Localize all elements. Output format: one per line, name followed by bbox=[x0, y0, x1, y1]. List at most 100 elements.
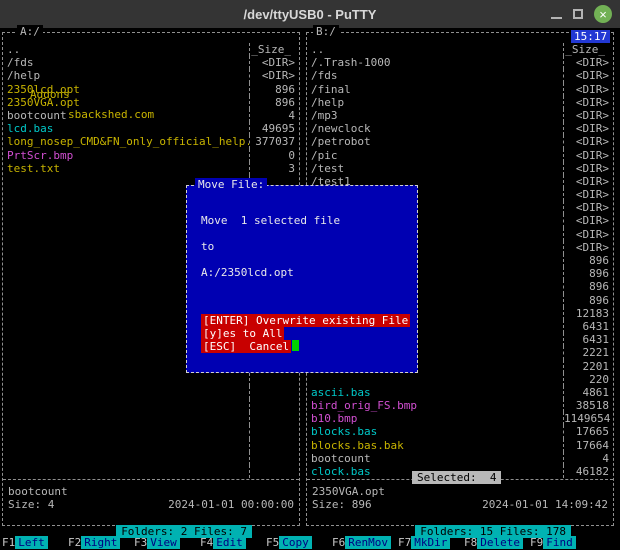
terminal-screen[interactable]: 15:17 A:/ _Size_ ../fds<DIR>/help<DIR>23… bbox=[0, 28, 620, 550]
fkey-f9-find[interactable]: F9Find bbox=[530, 536, 596, 549]
file-size: 2221 bbox=[563, 346, 613, 359]
file-name: /fds bbox=[307, 69, 563, 82]
fkey-label: Right bbox=[81, 536, 120, 549]
left-panel-separator bbox=[3, 479, 299, 480]
file-name: /mp3 bbox=[307, 109, 563, 122]
fkey-f1-left[interactable]: F1Left bbox=[2, 536, 68, 549]
file-name: /newclock bbox=[307, 122, 563, 135]
file-row[interactable] bbox=[3, 399, 299, 412]
file-size: 896 bbox=[249, 96, 299, 109]
file-row[interactable] bbox=[3, 439, 299, 452]
file-size bbox=[249, 425, 299, 438]
file-row[interactable]: /newclock<DIR> bbox=[307, 122, 613, 135]
file-row[interactable]: bird_orig_FS.bmp38518 bbox=[307, 399, 613, 412]
file-name: long_nosep_CMD&FN_only_official_help.t bbox=[3, 135, 249, 148]
file-row[interactable]: b10.bmp1149654 bbox=[307, 412, 613, 425]
file-row[interactable]: lcd.bas49695 bbox=[3, 122, 299, 135]
screen-garbage-text: Addons bbox=[30, 88, 70, 101]
file-name: /fds bbox=[3, 56, 249, 69]
dialog-text-line: to bbox=[201, 240, 340, 253]
fkey-number: F6 bbox=[332, 536, 345, 549]
fkey-number: F7 bbox=[398, 536, 411, 549]
file-size: 49695 bbox=[249, 122, 299, 135]
file-row[interactable]: /help<DIR> bbox=[307, 96, 613, 109]
file-row[interactable]: long_nosep_CMD&FN_only_official_help.t37… bbox=[3, 135, 299, 148]
file-size: 896 bbox=[563, 294, 613, 307]
file-row[interactable] bbox=[3, 373, 299, 386]
file-row[interactable]: /mp3<DIR> bbox=[307, 109, 613, 122]
file-row[interactable]: test.txt3 bbox=[3, 162, 299, 175]
fkey-f6-renmov[interactable]: F6RenMov bbox=[332, 536, 398, 549]
file-row[interactable]: /help<DIR> bbox=[3, 69, 299, 82]
warning-text: [ESC] Cancel bbox=[201, 340, 291, 353]
fkey-number: F5 bbox=[266, 536, 279, 549]
fkey-f3-view[interactable]: F3View bbox=[134, 536, 200, 549]
fkey-number: F2 bbox=[68, 536, 81, 549]
file-name bbox=[3, 373, 249, 386]
file-name: /help bbox=[307, 96, 563, 109]
file-row[interactable]: PrtScr.bmp0 bbox=[3, 149, 299, 162]
maximize-icon[interactable] bbox=[573, 9, 583, 19]
close-icon[interactable]: × bbox=[594, 5, 612, 23]
file-row[interactable]: .. bbox=[3, 43, 299, 56]
right-footer-filename: 2350VGA.opt bbox=[307, 485, 613, 498]
fkey-f4-edit[interactable]: F4Edit bbox=[200, 536, 266, 549]
fkey-label: Delete bbox=[477, 536, 523, 549]
file-name: blocks.bas bbox=[307, 425, 563, 438]
file-size: 377037 bbox=[249, 135, 299, 148]
file-name bbox=[3, 465, 249, 478]
clock-display: 15:17 bbox=[571, 30, 610, 43]
file-row[interactable]: /final<DIR> bbox=[307, 83, 613, 96]
file-row[interactable]: blocks.bas17665 bbox=[307, 425, 613, 438]
file-size: <DIR> bbox=[563, 122, 613, 135]
fkey-f5-copy[interactable]: F5Copy bbox=[266, 536, 332, 549]
move-file-dialog[interactable]: Move File: Move 1 selected filetoA:/2350… bbox=[186, 185, 418, 373]
file-name: blocks.bas.bak bbox=[307, 439, 563, 452]
file-row[interactable]: bootcount4 bbox=[307, 452, 613, 465]
file-row[interactable]: 220 bbox=[307, 373, 613, 386]
file-name: /pic bbox=[307, 149, 563, 162]
file-row[interactable]: ascii.bas4861 bbox=[307, 386, 613, 399]
file-row[interactable]: /test<DIR> bbox=[307, 162, 613, 175]
file-row[interactable] bbox=[3, 465, 299, 478]
file-name: bootcount bbox=[307, 452, 563, 465]
file-row[interactable]: /.Trash-1000<DIR> bbox=[307, 56, 613, 69]
file-name: bird_orig_FS.bmp bbox=[307, 399, 563, 412]
fkey-f8-delete[interactable]: F8Delete bbox=[464, 536, 530, 549]
fkey-label: Left bbox=[15, 536, 48, 549]
right-panel-footer: 2350VGA.opt Size: 896 2024-01-01 14:09:4… bbox=[307, 485, 613, 525]
fkey-number: F9 bbox=[530, 536, 543, 549]
file-row[interactable]: .. bbox=[307, 43, 613, 56]
file-row[interactable]: /fds<DIR> bbox=[307, 69, 613, 82]
file-name: ascii.bas bbox=[307, 386, 563, 399]
file-row[interactable]: /petrobot<DIR> bbox=[307, 135, 613, 148]
file-name: test.txt bbox=[3, 162, 249, 175]
fkey-f7-mkdir[interactable]: F7MkDir bbox=[398, 536, 464, 549]
dialog-text-line: Move 1 selected file bbox=[201, 214, 340, 227]
file-size: <DIR> bbox=[563, 201, 613, 214]
fkey-label: Find bbox=[543, 536, 576, 549]
file-size: <DIR> bbox=[563, 96, 613, 109]
file-name: /final bbox=[307, 83, 563, 96]
file-row[interactable]: blocks.bas.bak17664 bbox=[307, 439, 613, 452]
file-row[interactable] bbox=[3, 386, 299, 399]
file-row[interactable]: /fds<DIR> bbox=[3, 56, 299, 69]
file-name bbox=[307, 373, 563, 386]
minimize-icon[interactable] bbox=[551, 17, 562, 19]
file-row[interactable] bbox=[3, 452, 299, 465]
left-footer-date: 2024-01-01 00:00:00 bbox=[168, 498, 294, 511]
file-row[interactable]: /pic<DIR> bbox=[307, 149, 613, 162]
fkey-number: F3 bbox=[134, 536, 147, 549]
fkey-number: F1 bbox=[2, 536, 15, 549]
left-footer-filename: bootcount bbox=[3, 485, 299, 498]
right-footer-stats-row: Folders: 15 Files: 178 bbox=[307, 511, 613, 524]
file-row[interactable] bbox=[3, 425, 299, 438]
file-size: 896 bbox=[563, 254, 613, 267]
file-size bbox=[249, 386, 299, 399]
title-bar[interactable]: /dev/ttyUSB0 - PuTTY × bbox=[0, 0, 620, 28]
file-row[interactable] bbox=[3, 412, 299, 425]
left-footer-stats-row: Folders: 2 Files: 7 bbox=[3, 511, 299, 524]
file-size: 2201 bbox=[563, 360, 613, 373]
fkey-f2-right[interactable]: F2Right bbox=[68, 536, 134, 549]
file-size: <DIR> bbox=[563, 56, 613, 69]
